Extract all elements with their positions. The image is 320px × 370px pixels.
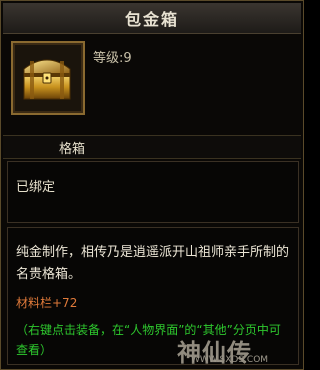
tooltip-title-bar: 包金箱 [3,3,301,34]
level-value: 9 [123,51,132,66]
bound-status-panel: 已绑定 [7,161,299,223]
level-label: 等级: [93,51,124,66]
item-description: 纯金制作，相传乃是逍遥派开山祖师亲手所制的名贵格箱。 [16,245,290,282]
golden-chest-icon [23,59,71,100]
bound-status: 已绑定 [16,180,56,195]
item-tooltip: 包金箱 等级:9 格箱 已绑定 纯金制作，相传乃是逍遥派开山祖师亲手所制的名贵格… [0,0,304,370]
watermark-url: WWW.SXDS.COM [191,355,269,365]
item-attribute: 材料栏+72 [16,296,78,310]
item-title: 包金箱 [124,10,179,29]
item-category: 格箱 [59,142,86,157]
item-icon-slot [11,41,85,115]
site-watermark: 神仙传 WWW.SXDS.COM [177,331,301,367]
item-category-bar: 格箱 [3,135,301,159]
item-level: 等级:9 [93,47,132,66]
